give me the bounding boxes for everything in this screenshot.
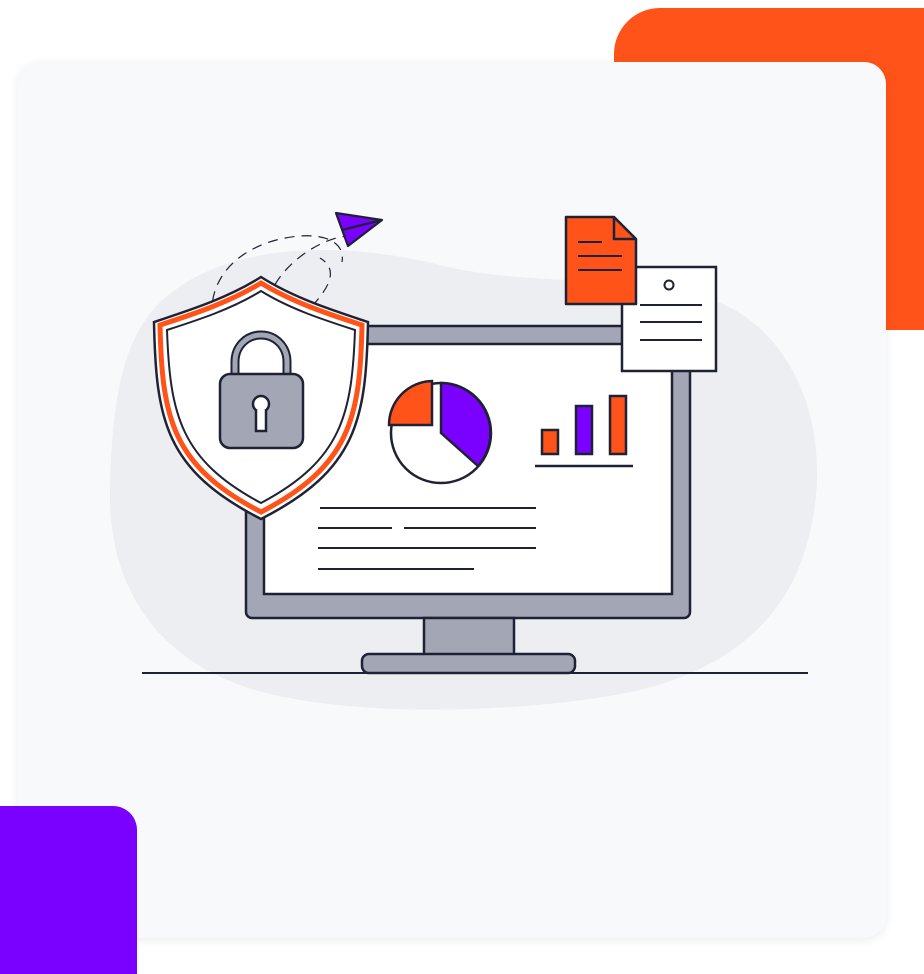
- document-sheet: [564, 215, 638, 306]
- bar-3: [608, 394, 628, 456]
- monitor-neck: [422, 616, 516, 658]
- note-hole: [663, 279, 675, 291]
- pie-chart-icon: [387, 379, 493, 485]
- monitor-base: [360, 652, 577, 675]
- document-icon: [564, 215, 638, 306]
- keyhole-top: [251, 394, 271, 414]
- bar-2: [574, 404, 594, 456]
- keyhole-stem: [254, 410, 268, 433]
- bar-1: [540, 428, 560, 456]
- paper-plane-icon: [334, 211, 384, 248]
- security-illustration: [109, 211, 818, 710]
